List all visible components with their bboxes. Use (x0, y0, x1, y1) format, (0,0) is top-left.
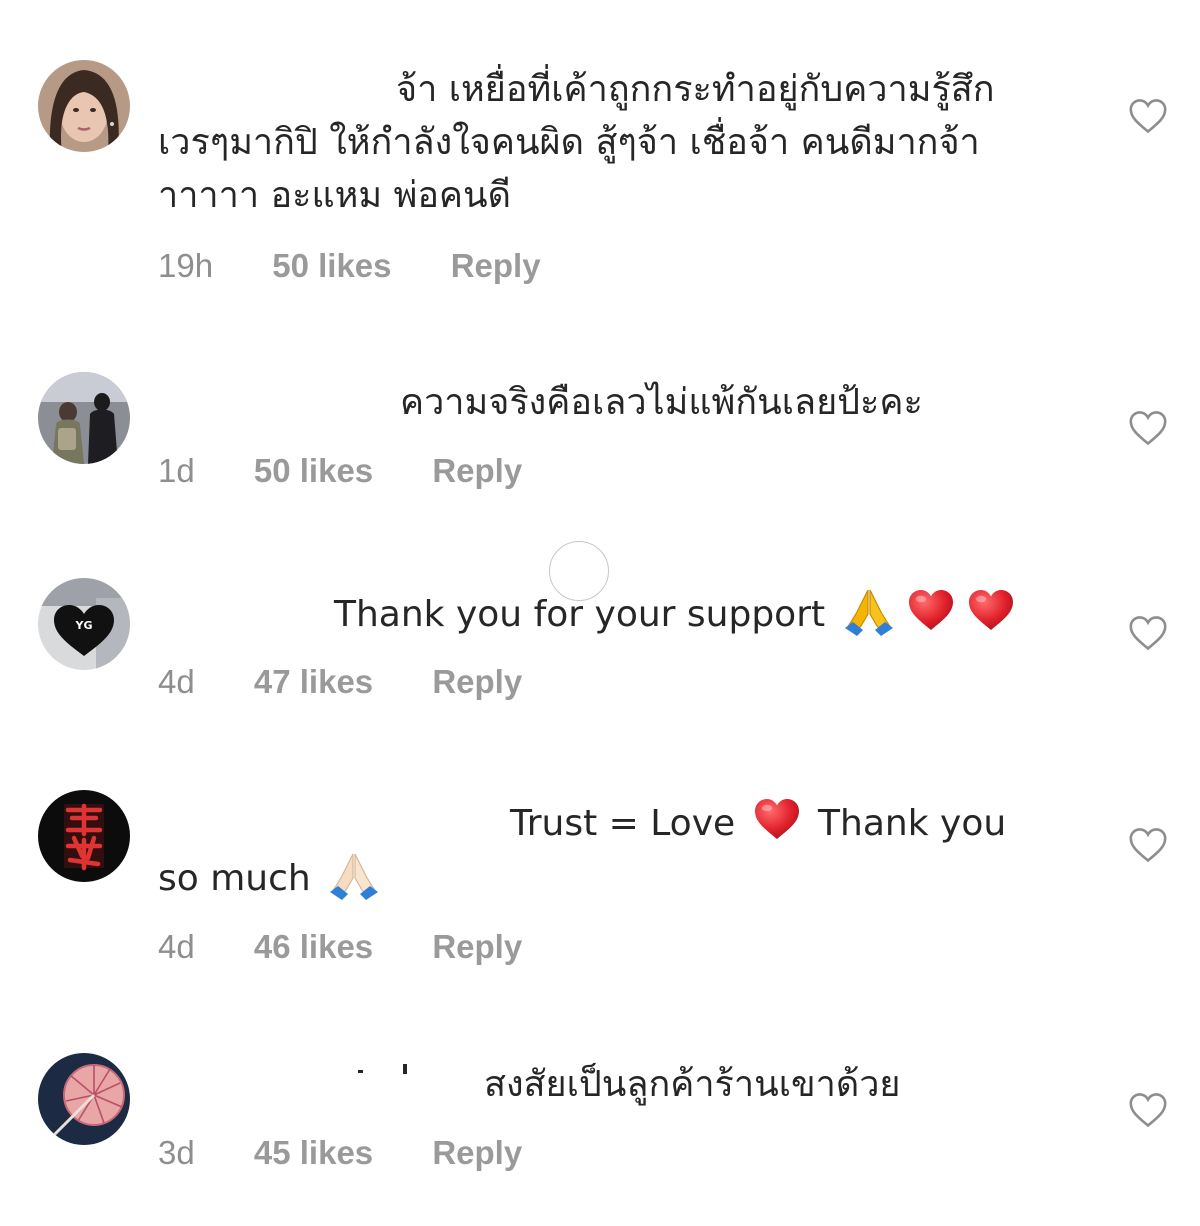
comment-likes[interactable]: 46 likes (254, 928, 373, 966)
heart-outline-icon[interactable] (1128, 827, 1168, 863)
comment-meta: 4d 46 likes Reply (158, 928, 522, 966)
comment-meta: 3d 45 likes Reply (158, 1134, 522, 1172)
reply-button[interactable]: Reply (432, 928, 522, 966)
comment-line: Thank you for your support (158, 586, 1088, 641)
comment-likes[interactable]: 47 likes (254, 663, 373, 701)
comment-time: 1d (158, 452, 195, 489)
red-heart-emoji (753, 797, 801, 841)
comment-likes[interactable]: 45 likes (254, 1134, 373, 1172)
comment-time: 4d (158, 928, 195, 965)
heart-outline-icon[interactable] (1128, 1092, 1168, 1128)
comment-line: เวรๆมากิปิ ให้กำลังใจคนผิด สู้ๆจ้า เชื่อ… (158, 122, 980, 163)
comment-meta: 19h 50 likes Reply (158, 247, 541, 285)
comment-line-text: Trust = Love (510, 803, 736, 844)
reply-button[interactable]: Reply (432, 663, 522, 701)
comment-line: าาาาา อะแหม พ่อคนดี (158, 175, 512, 216)
comment-text: สงสัยเป็นลูกค้าร้านเขาด้วย (158, 1058, 1088, 1111)
comment-text: Trust = Love Thank you so much (158, 797, 1088, 905)
profile-photo-avatar[interactable] (38, 60, 130, 152)
heart-outline-icon[interactable] (1128, 615, 1168, 651)
comment-line-text: Thank you (818, 803, 1007, 844)
heart-outline-icon[interactable] (1128, 410, 1168, 446)
comment-time: 19h (158, 247, 214, 284)
comment-text: จ้า เหยื่อที่เค้าถูกกระทำอยู่กับความรู้ส… (158, 63, 1088, 222)
red-heart-emoji (967, 588, 1015, 632)
folded-hands-emoji (841, 586, 897, 636)
flower-photo-avatar[interactable] (38, 1053, 130, 1145)
comment-meta: 1d 50 likes Reply (158, 452, 522, 490)
comment-text: Thank you for your support (158, 586, 1088, 641)
red-heart-emoji (907, 588, 955, 632)
comment-line-text: so much (158, 858, 311, 899)
red-calligraphy-avatar[interactable] (38, 790, 130, 882)
comment-likes[interactable]: 50 likes (254, 452, 373, 490)
comment-time: 4d (158, 663, 195, 700)
touch-indicator (549, 541, 609, 601)
comment-line: ความจริงคือเลวไม่แพ้กันเลยป้ะคะ (400, 382, 923, 423)
black-heart-logo-avatar[interactable]: YG (38, 578, 130, 670)
svg-text:YG: YG (75, 619, 93, 632)
comment-likes[interactable]: 50 likes (272, 247, 391, 285)
folded-hands-emoji (326, 850, 382, 900)
comment-meta: 4d 47 likes Reply (158, 663, 522, 701)
group-photo-avatar[interactable] (38, 372, 130, 464)
comment-time: 3d (158, 1134, 195, 1171)
comment-text: ความจริงคือเลวไม่แพ้กันเลยป้ะคะ (158, 376, 1088, 429)
reply-button[interactable]: Reply (432, 1134, 522, 1172)
heart-outline-icon[interactable] (1128, 98, 1168, 134)
reply-button[interactable]: Reply (432, 452, 522, 490)
comment-line: จ้า เหยื่อที่เค้าถูกกระทำอยู่กับความรู้ส… (396, 69, 995, 110)
comment-line: สงสัยเป็นลูกค้าร้านเขาด้วย (484, 1064, 901, 1105)
comment-line: Trust = Love Thank you (158, 797, 1088, 850)
comment-line: so much (158, 850, 1088, 905)
reply-button[interactable]: Reply (451, 247, 541, 285)
